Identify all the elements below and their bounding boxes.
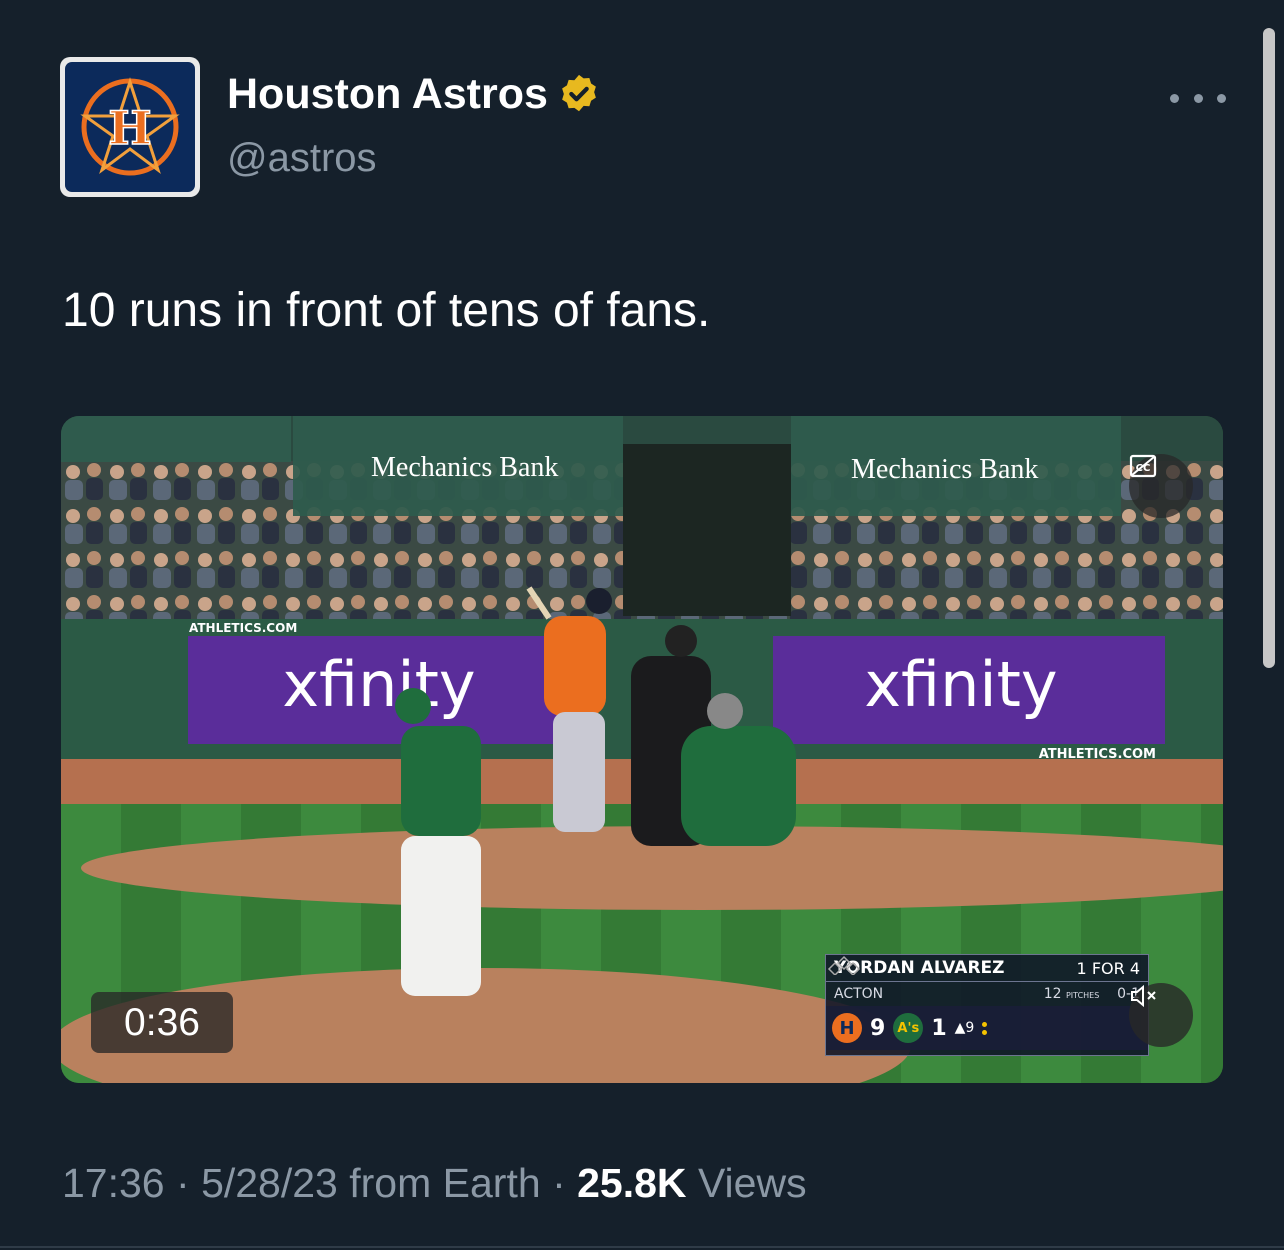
- inning-indicator: ▲9: [954, 1020, 975, 1036]
- tweet-time[interactable]: 17:36: [62, 1160, 165, 1206]
- pitcher-name: ACTON: [834, 986, 884, 1002]
- closed-captions-button[interactable]: CC: [1129, 454, 1193, 518]
- dugout-url: ATHLETICS.COM: [189, 621, 297, 635]
- svg-text:CC: CC: [1136, 463, 1151, 474]
- views-label: Views: [697, 1160, 807, 1206]
- scorebug: YORDAN ALVAREZ 1 FOR 4 ACTON 12 PITCHES …: [825, 954, 1149, 1056]
- mute-button[interactable]: [1129, 983, 1193, 1047]
- display-name[interactable]: Houston Astros: [227, 70, 548, 119]
- svg-text:H: H: [108, 101, 151, 155]
- sponsor-banner-right: Mechanics Bank: [851, 454, 1038, 485]
- speaker-muted-icon: [1131, 984, 1156, 1008]
- tweet-source: from Earth: [349, 1160, 541, 1206]
- pitches-label: PITCHES: [1065, 991, 1100, 1000]
- outs-indicator: [982, 1021, 988, 1035]
- sponsor-banner-left: Mechanics Bank: [371, 452, 558, 483]
- home-team-logo: H: [832, 1013, 862, 1043]
- ad-board-right: xfinity: [864, 648, 1057, 721]
- scrollbar[interactable]: [1263, 28, 1275, 668]
- astros-logo-icon: H: [80, 77, 180, 176]
- more-options-icon[interactable]: [1170, 80, 1226, 116]
- tweet-date[interactable]: 5/28/23: [201, 1160, 338, 1206]
- pitch-count: 12: [1043, 986, 1062, 1002]
- home-score: 9: [870, 1015, 886, 1041]
- captions-icon: CC: [1129, 454, 1157, 478]
- user-handle[interactable]: @astros: [227, 136, 377, 181]
- away-team-logo: A's: [893, 1013, 924, 1043]
- ad-board-left: xfinity: [282, 648, 475, 721]
- video-duration: 0:36: [91, 992, 233, 1053]
- tweet-text: 10 runs in front of tens of fans.: [62, 284, 711, 337]
- views-count[interactable]: 25.8K: [577, 1160, 686, 1206]
- verified-badge-icon[interactable]: [556, 72, 602, 118]
- profile-avatar[interactable]: H: [60, 57, 200, 197]
- bases-icon: [827, 955, 861, 975]
- divider: [0, 1246, 1284, 1248]
- batter-stat: 1 FOR 4: [1076, 958, 1140, 978]
- video-player[interactable]: Mechanics Bank Mechanics Bank ATHLETICS.…: [61, 416, 1223, 1083]
- tweet-meta: 17:36 · 5/28/23 from Earth · 25.8K Views: [62, 1160, 807, 1206]
- away-score: 1: [931, 1015, 947, 1041]
